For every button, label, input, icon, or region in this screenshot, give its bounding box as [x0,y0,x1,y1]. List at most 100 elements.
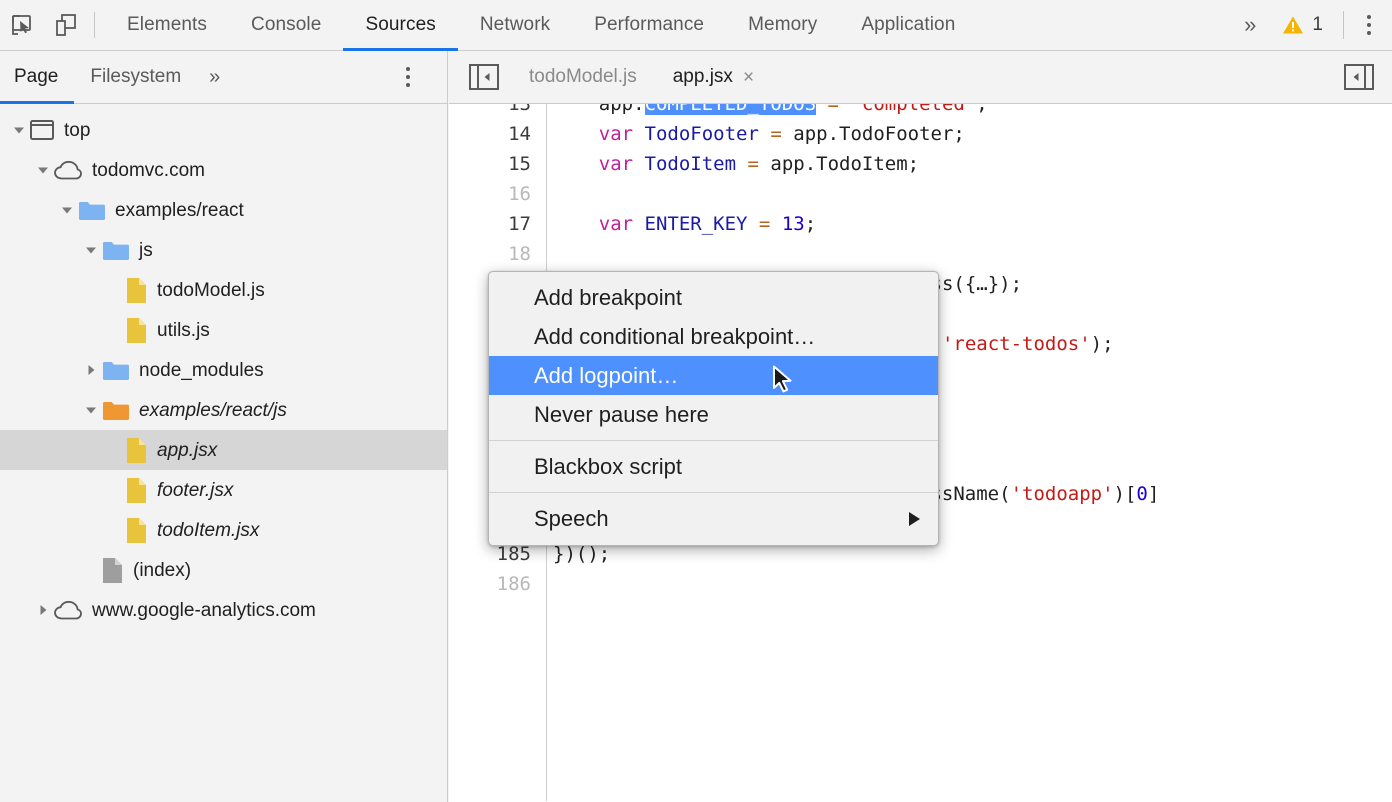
code-line: 13 app.COMPLETED_TODOS = 'completed'; [449,104,1392,119]
code-line: 15 var TodoItem = app.TodoItem; [449,149,1392,179]
context-menu-item-add-logpoint[interactable]: Add logpoint… [489,356,938,395]
tab-elements[interactable]: Elements [105,0,229,51]
context-menu-item-label: Blackbox script [534,454,682,480]
context-menu-separator [489,440,938,441]
tree-item-label: js [139,241,153,260]
context-menu-item-add-breakpoint[interactable]: Add breakpoint [489,278,938,317]
chevron-right-icon[interactable] [32,603,54,617]
code-text: var TodoFooter = app.TodoFooter; [553,119,965,149]
line-number[interactable]: 186 [449,569,531,599]
inspect-element-icon[interactable] [0,3,44,47]
submenu-arrow-icon [909,512,920,526]
line-number[interactable]: 15 [449,149,531,179]
kebab-menu-icon[interactable] [1352,3,1386,47]
show-debugger-icon[interactable] [1344,64,1374,90]
chevron-down-icon[interactable] [80,243,102,257]
tab-sources-label: Sources [365,14,435,36]
code-line: 17 var ENTER_KEY = 13; [449,209,1392,239]
tab-application[interactable]: Application [839,0,977,51]
tab-network[interactable]: Network [458,0,572,51]
tree-item-todomvc-com[interactable]: todomvc.com [0,150,447,190]
file-js-icon [126,517,147,544]
panel-tab-list: Elements Console Sources Network Perform… [105,0,977,51]
tab-memory-label: Memory [748,14,817,36]
show-navigator-icon[interactable] [469,64,499,90]
tree-item-footer-jsx[interactable]: footer.jsx [0,470,447,510]
tree-item-label: examples/react/js [139,401,287,420]
code-line: 186 [449,569,1392,599]
nav-tab-page[interactable]: Page [0,51,74,104]
tree-item-app-jsx[interactable]: app.jsx [0,430,447,470]
tree-item-top[interactable]: top [0,110,447,150]
file-js-icon [126,317,147,344]
tree-item-label: (index) [133,561,191,580]
code-text: app.COMPLETED_TODOS = 'completed'; [553,104,988,119]
tree-item-label: node_modules [139,361,264,380]
navigator-tabbar: Page Filesystem » [0,51,447,104]
chevron-down-icon[interactable] [8,123,30,137]
context-menu-item-label: Add logpoint… [534,363,678,389]
tree-item-todoitem-jsx[interactable]: todoItem.jsx [0,510,447,550]
tree-item-label: www.google-analytics.com [92,601,316,620]
file-js-icon [126,277,147,304]
nav-tab-page-label: Page [14,66,58,88]
editor-tabbar: todoModel.js app.jsx × [449,51,1392,104]
editor-tab-appjsx[interactable]: app.jsx × [655,51,772,104]
tree-item-todomodel-js[interactable]: todoModel.js [0,270,447,310]
context-menu-item-label: Add conditional breakpoint… [534,324,815,350]
tab-console[interactable]: Console [229,0,343,51]
cloud-icon [54,161,82,180]
more-panels-icon[interactable]: » [1228,14,1272,36]
nav-tab-filesystem[interactable]: Filesystem [74,51,197,104]
line-number[interactable]: 18 [449,239,531,269]
context-menu-item-never-pause-here[interactable]: Never pause here [489,395,938,434]
context-menu-item-blackbox-script[interactable]: Blackbox script [489,447,938,486]
line-number[interactable]: 16 [449,179,531,209]
context-menu-item-speech[interactable]: Speech [489,499,938,538]
tree-item-www-google-analytics-com[interactable]: www.google-analytics.com [0,590,447,630]
folder-blue-icon [102,360,129,381]
warning-triangle-icon [1282,15,1304,35]
chevron-down-icon[interactable] [80,403,102,417]
line-number[interactable]: 17 [449,209,531,239]
tab-console-label: Console [251,14,321,36]
tree-item--index-[interactable]: (index) [0,550,447,590]
tree-item-label: todoItem.jsx [157,521,259,540]
chevron-down-icon[interactable] [56,203,78,217]
navigator-kebab-menu-icon[interactable] [391,55,425,99]
tree-item-label: utils.js [157,321,210,340]
editor-tab-todomodel-label: todoModel.js [529,66,637,88]
editor-tab-todomodel[interactable]: todoModel.js [511,51,655,104]
code-text: var TodoItem = app.TodoItem; [553,149,919,179]
nav-tab-filesystem-label: Filesystem [90,66,181,88]
tree-item-examples-react-js[interactable]: examples/react/js [0,390,447,430]
line-number[interactable]: 13 [449,104,531,119]
tab-memory[interactable]: Memory [726,0,839,51]
editor-tab-appjsx-label: app.jsx [673,66,733,88]
context-menu-item-add-conditional-breakpoint[interactable]: Add conditional breakpoint… [489,317,938,356]
tab-performance[interactable]: Performance [572,0,726,51]
code-text: var ENTER_KEY = 13; [553,209,816,239]
close-icon[interactable]: × [743,68,754,87]
tab-performance-label: Performance [594,14,704,36]
folder-orange-icon [102,400,129,421]
line-number[interactable]: 14 [449,119,531,149]
tree-item-examples-react[interactable]: examples/react [0,190,447,230]
chevron-right-icon[interactable] [80,363,102,377]
chevron-down-icon[interactable] [32,163,54,177]
nav-more-tabs-icon[interactable]: » [197,67,232,87]
frame-icon [30,120,54,140]
warning-count: 1 [1312,14,1323,36]
tree-item-js[interactable]: js [0,230,447,270]
device-toolbar-icon[interactable] [44,3,88,47]
tree-item-node-modules[interactable]: node_modules [0,350,447,390]
toolbar-divider-right [1343,11,1344,39]
tab-sources[interactable]: Sources [343,0,457,51]
navigator-panel: Page Filesystem » top todomvc.com examples… [0,51,448,802]
tree-item-label: examples/react [115,201,244,220]
tree-item-utils-js[interactable]: utils.js [0,310,447,350]
warning-badge[interactable]: 1 [1272,14,1335,36]
tab-application-label: Application [861,14,955,36]
tree-item-label: top [64,121,90,140]
tab-elements-label: Elements [127,14,207,36]
